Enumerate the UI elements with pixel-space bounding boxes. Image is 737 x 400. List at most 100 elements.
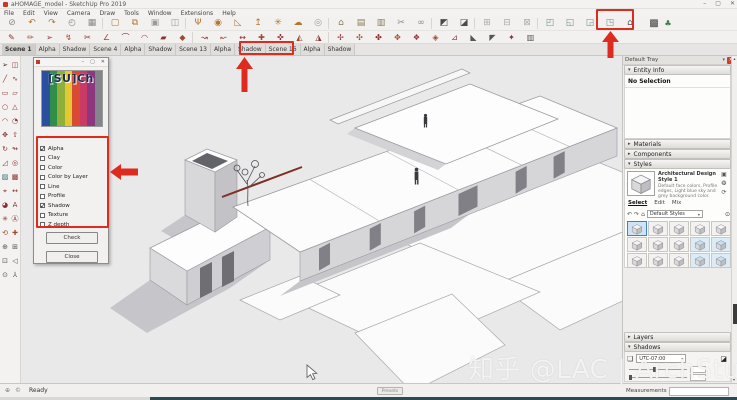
tool-icon[interactable]: ⊙	[0, 268, 10, 282]
toolbar-icon[interactable]: ✤	[369, 31, 388, 44]
lock-icon[interactable]: ▣	[721, 171, 727, 178]
dialog-close-button[interactable]: ✕	[101, 59, 105, 65]
toolbar-icon[interactable]: ▣	[145, 17, 165, 30]
time-value-box[interactable]	[690, 366, 706, 373]
tool-icon[interactable]: ▩	[10, 170, 20, 184]
style-swatch[interactable]	[669, 221, 689, 236]
section-shadows[interactable]: ▾ Shadows	[624, 342, 731, 352]
toolbar-icon[interactable]: ⊟	[497, 17, 517, 30]
scene-tab[interactable]: Alpha	[36, 44, 60, 55]
toolbar-icon[interactable]: ◰	[540, 17, 560, 30]
toolbar-icon[interactable]: ☁	[288, 17, 308, 30]
scene-tab[interactable]: Shadow	[325, 44, 356, 55]
tool-icon[interactable]: ◕	[0, 198, 10, 212]
toolbar-icon[interactable]: ✳	[268, 17, 288, 30]
toolbar-icon[interactable]: ⊞	[477, 17, 497, 30]
toolbar-icon[interactable]: ◠	[135, 31, 154, 44]
details-icon[interactable]: ⊙	[725, 211, 730, 218]
slider-thumb[interactable]	[629, 375, 632, 381]
toolbar-icon[interactable]: ❖	[407, 31, 426, 44]
toolbar-icon[interactable]: ✏	[21, 31, 40, 44]
model-viewport[interactable]	[21, 56, 622, 383]
style-swatch[interactable]	[648, 237, 668, 252]
tool-icon[interactable]: ◿	[0, 156, 10, 170]
tool-icon[interactable]: ◔	[10, 114, 20, 128]
tool-icon[interactable]: Ⓐ	[10, 212, 20, 226]
toolbar-icon[interactable]: ◺	[228, 17, 248, 30]
toolbar-icon[interactable]: ↶	[22, 17, 42, 30]
scene-tab[interactable]: Scene 4	[90, 44, 121, 55]
section-entity-info[interactable]: ▾ Entity Info	[624, 65, 731, 75]
style-swatch[interactable]	[690, 253, 710, 268]
toolbar-icon[interactable]: ⧉	[125, 17, 145, 30]
scene-tab[interactable]: Alpha	[121, 44, 145, 55]
toolbar-icon[interactable]: ⌒	[116, 31, 135, 44]
dialog-title-bar[interactable]: – ▢ ✕	[34, 58, 108, 67]
status-chip[interactable]: Presets	[377, 387, 403, 395]
style-swatch[interactable]	[711, 221, 731, 236]
tool-icon[interactable]: ✚	[10, 226, 20, 240]
toolbar-icon[interactable]: ✢	[331, 31, 350, 44]
styles-tab[interactable]: Mix	[672, 200, 682, 206]
toolbar-icon[interactable]: ∠	[97, 31, 116, 44]
menu-item[interactable]: Extensions	[181, 10, 214, 17]
tool-icon[interactable]: ▱	[10, 86, 20, 100]
section-materials[interactable]: ▸ Materials	[624, 139, 731, 149]
toolbar-icon[interactable]: ↥	[248, 17, 268, 30]
menu-item[interactable]: Camera	[67, 10, 91, 17]
style-swatch[interactable]	[690, 237, 710, 252]
toolbar-icon[interactable]: ↝	[195, 31, 214, 44]
tool-icon[interactable]: ⇧	[10, 128, 20, 142]
styles-collection-dropdown[interactable]: Default Styles ▾	[647, 210, 703, 218]
tool-icon[interactable]: ╱	[0, 72, 10, 86]
style-swatch[interactable]	[711, 237, 731, 252]
section-styles[interactable]: ▾ Styles	[624, 159, 731, 169]
check-button[interactable]: Check	[46, 232, 98, 244]
toolbar-icon[interactable]: ◫	[165, 17, 185, 30]
scene-tab[interactable]: Scene 1	[2, 44, 36, 55]
toolbar-icon[interactable]: ✣	[350, 31, 369, 44]
scene-tab[interactable]: Alpha	[301, 44, 325, 55]
toolbar-icon[interactable]: ⊿	[445, 31, 464, 44]
tool-icon[interactable]: ↬	[10, 142, 20, 156]
scene-tab[interactable]: Scene 13	[176, 44, 211, 55]
toolbar-icon[interactable]: ◣	[464, 31, 483, 44]
scene-tab[interactable]: Shadow	[145, 44, 176, 55]
toolbar-icon[interactable]: ◎	[308, 17, 328, 30]
dialog-minimize-button[interactable]: –	[82, 59, 85, 65]
close-dialog-button[interactable]: Close	[46, 251, 98, 263]
toolbar-icon[interactable]: ⊠	[517, 17, 537, 30]
menu-item[interactable]: Edit	[23, 10, 35, 17]
tool-icon[interactable]: A	[10, 198, 20, 212]
style-swatch[interactable]	[669, 253, 689, 268]
credits-icon[interactable]: ©	[15, 387, 21, 394]
styles-tab[interactable]: Edit	[654, 200, 665, 206]
slider-thumb[interactable]	[653, 367, 656, 373]
tool-icon[interactable]: ⌖	[0, 184, 10, 198]
toolbar-icon[interactable]: ◩	[434, 17, 454, 30]
pin-icon[interactable]: ▾	[722, 57, 725, 63]
maximize-button[interactable]: ▢	[715, 0, 721, 7]
tool-icon[interactable]: ➢	[0, 58, 10, 72]
shadow-toggle-icon[interactable]: ❏	[627, 355, 633, 363]
tool-icon[interactable]: ○	[0, 100, 10, 114]
tool-icon[interactable]: ⟲	[0, 226, 10, 240]
scroll-up-icon[interactable]: ▴	[732, 56, 737, 62]
tool-icon[interactable]: ⊕	[0, 240, 10, 254]
toolbar-icon[interactable]: ▥	[521, 31, 540, 44]
toolbar-icon[interactable]: ▢	[105, 17, 125, 30]
toolbar-icon[interactable]: ◴	[62, 17, 82, 30]
toolbar-icon[interactable]: ◆	[173, 31, 192, 44]
tool-icon[interactable]: ▭	[0, 86, 10, 100]
tool-icon[interactable]: △	[10, 100, 20, 114]
toolbar-icon[interactable]: ◤	[483, 31, 502, 44]
tool-icon[interactable]: ⊞	[10, 240, 20, 254]
style-swatch[interactable]	[690, 221, 710, 236]
toolbar-icon[interactable]: ▥	[371, 17, 391, 30]
toolbar-icon[interactable]: ◮	[309, 31, 328, 44]
toolbar-icon[interactable]: ✦	[502, 31, 521, 44]
timezone-dropdown[interactable]: UTC-07:00 ▾	[636, 354, 686, 363]
tool-icon[interactable]: ↔	[10, 184, 20, 198]
scene-tab[interactable]: Shadow	[60, 44, 91, 55]
menu-item[interactable]: File	[4, 10, 14, 17]
